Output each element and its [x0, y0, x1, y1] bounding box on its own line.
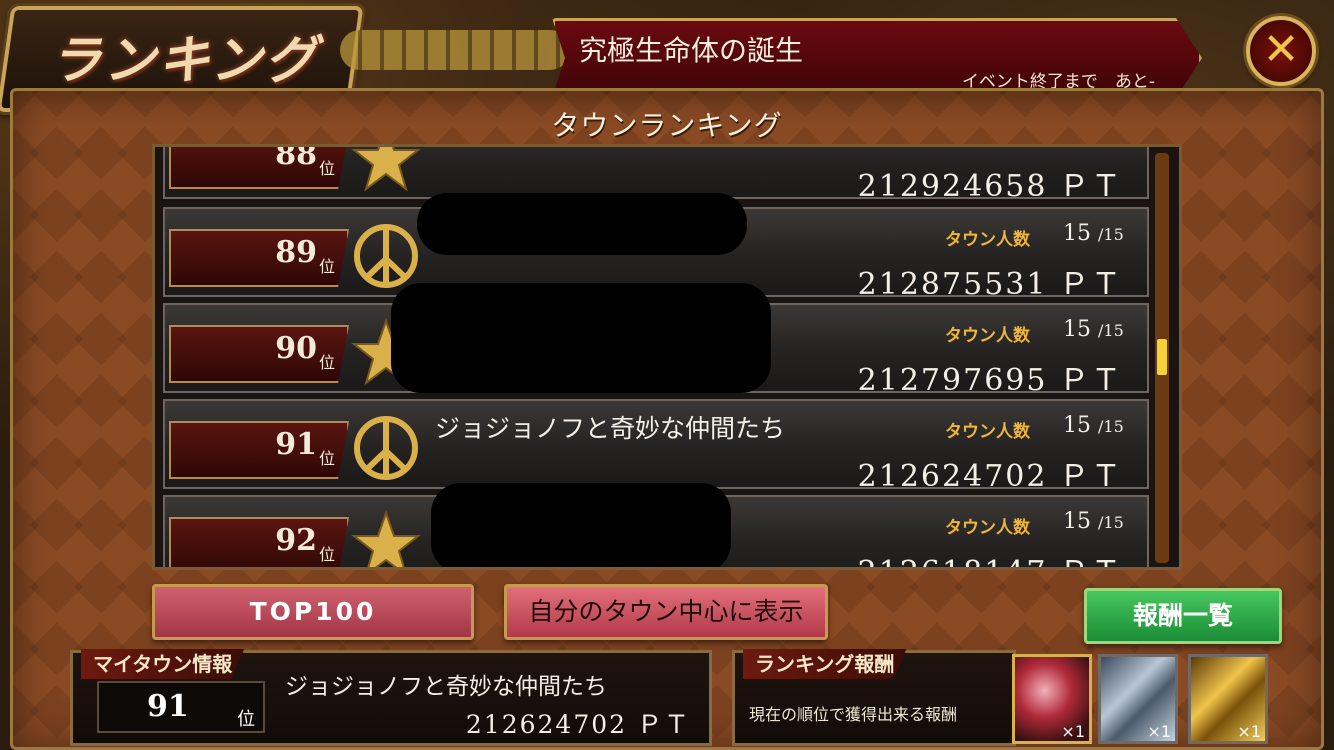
members-value: 15	[1063, 221, 1091, 246]
silver-ticket-icon[interactable]: ×1	[1098, 654, 1178, 744]
ranking-row[interactable]: 91 位 ジョジョノフと奇妙な仲間たち タウン人数 15 /15 2126247…	[163, 399, 1149, 494]
members-count: 15 /15	[1063, 509, 1124, 534]
rank-number: 91	[275, 427, 317, 462]
ranking-row[interactable]: 88 位 212924658 ＰＴ	[163, 144, 1149, 204]
rank-number: 88	[275, 144, 317, 172]
star-icon	[351, 147, 421, 192]
redaction-mark	[417, 193, 747, 255]
scrollbar[interactable]	[1155, 153, 1169, 563]
star-icon	[351, 509, 421, 567]
members-label: タウン人数	[945, 422, 1030, 442]
members-label: タウン人数	[945, 518, 1030, 538]
ranking-reward-panel: ランキング報酬 現在の順位で獲得出来る報酬	[732, 649, 1016, 746]
center-on-my-town-button[interactable]: 自分のタウン中心に表示	[504, 584, 828, 640]
town-name: ジョジョノフと奇妙な仲間たち	[435, 414, 786, 443]
my-rank-suffix: 位	[237, 709, 255, 730]
members-count: 15 /15	[1063, 221, 1124, 246]
rank-suffix: 位	[319, 257, 336, 276]
ranking-reward-label: ランキング報酬	[743, 649, 907, 679]
ranking-reward-desc: 現在の順位で獲得出来る報酬	[749, 705, 958, 724]
event-title: 究極生命体の誕生	[579, 34, 804, 67]
members-count: 15 /15	[1063, 317, 1124, 342]
my-rank-box: 91 位	[97, 681, 265, 733]
rank-suffix: 位	[319, 159, 336, 178]
ranking-title: ランキング	[49, 30, 319, 91]
reward-quantity: ×1	[1061, 722, 1085, 741]
my-town-points: 212624702 ＰＴ	[465, 710, 691, 739]
members-label: タウン人数	[945, 326, 1030, 346]
rank-suffix: 位	[319, 353, 336, 372]
redaction-mark	[391, 283, 771, 393]
reward-quantity: ×1	[1237, 722, 1261, 741]
top100-button[interactable]: TOP100	[152, 584, 474, 640]
members-value: 15	[1063, 509, 1091, 534]
gold-ticket-icon[interactable]: ×1	[1188, 654, 1268, 744]
section-title: タウンランキング	[551, 109, 783, 142]
rank-suffix: 位	[319, 545, 336, 564]
members-value: 15	[1063, 413, 1091, 438]
my-town-panel: マイタウン情報 91 位 ジョジョノフと奇妙な仲間たち 212624702 ＰＴ	[70, 649, 712, 746]
town-points: 212624702 ＰＴ	[857, 459, 1123, 494]
reward-quantity: ×1	[1147, 722, 1171, 741]
scroll-thumb[interactable]	[1157, 339, 1167, 375]
members-value: 15	[1063, 317, 1091, 342]
members-max: /15	[1098, 417, 1124, 436]
my-town-name: ジョジョノフと奇妙な仲間たち	[285, 674, 607, 700]
town-points: 212618147 ＰＴ	[858, 547, 1123, 567]
my-rank-number: 91	[147, 689, 189, 724]
chain-decoration	[340, 30, 570, 70]
rank-number: 90	[275, 331, 317, 366]
town-points: 212924658 ＰＴ	[857, 169, 1123, 204]
rank-number: 89	[275, 235, 317, 270]
members-max: /15	[1098, 513, 1124, 532]
members-max: /15	[1098, 225, 1124, 244]
town-points: 212875531 ＰＴ	[857, 267, 1123, 302]
character-card-icon[interactable]: ×1	[1012, 654, 1092, 744]
ranking-list[interactable]: 88 位 212924658 ＰＴ 89 位 タウン人数 15 /15 2128…	[152, 144, 1182, 570]
rank-suffix: 位	[319, 449, 336, 468]
members-max: /15	[1098, 321, 1124, 340]
reward-list-button[interactable]: 報酬一覧	[1084, 588, 1282, 644]
peace-icon	[354, 224, 418, 288]
close-button[interactable]: ✕	[1246, 16, 1316, 86]
redaction-mark	[431, 483, 731, 567]
my-town-label: マイタウン情報	[81, 649, 245, 679]
members-label: タウン人数	[945, 230, 1030, 250]
rank-number: 92	[275, 523, 317, 558]
peace-icon	[354, 416, 418, 480]
members-count: 15 /15	[1063, 413, 1124, 438]
event-banner: 究極生命体の誕生 イベント終了まで あと-	[552, 18, 1202, 98]
town-points: 212797695 ＰＴ	[857, 363, 1123, 398]
